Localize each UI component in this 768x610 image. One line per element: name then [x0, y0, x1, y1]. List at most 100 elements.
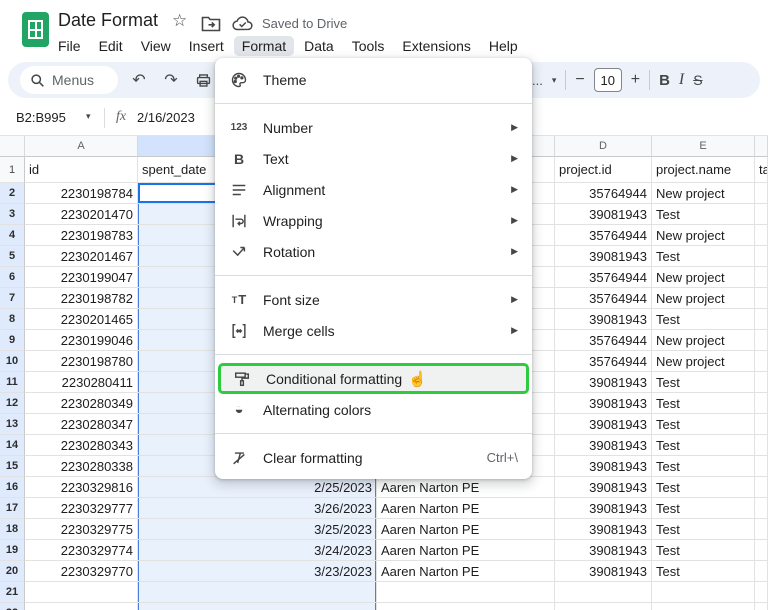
row-header-8[interactable]: 8	[0, 309, 25, 330]
cell-D9[interactable]: 35764944	[555, 330, 652, 351]
cell-A3[interactable]: 2230201470	[25, 204, 138, 225]
cell-D12[interactable]: 39081943	[555, 393, 652, 414]
menu-item-clear-formatting[interactable]: Clear formattingCtrl+\	[215, 442, 532, 473]
menu-help[interactable]: Help	[481, 36, 526, 56]
cell-C19[interactable]: Aaren Narton PE	[377, 540, 555, 561]
strikethrough-button[interactable]: S	[693, 72, 702, 88]
row-header-10[interactable]: 10	[0, 351, 25, 372]
cell-A19[interactable]: 2230329774	[25, 540, 138, 561]
cell-A11[interactable]: 2230280411	[25, 372, 138, 393]
cell-D8[interactable]: 39081943	[555, 309, 652, 330]
decrease-font-size-button[interactable]: −	[575, 71, 584, 89]
bold-button[interactable]: B	[659, 72, 670, 89]
cell-E9[interactable]: New project	[652, 330, 755, 351]
font-size-input[interactable]: 10	[594, 68, 622, 92]
menu-item-alignment[interactable]: Alignment▶	[215, 174, 532, 205]
column-header-F[interactable]	[755, 136, 768, 157]
cell-E21[interactable]	[652, 582, 755, 603]
row-header-1[interactable]: 1	[0, 157, 25, 183]
menu-item-merge-cells[interactable]: Merge cells▶	[215, 315, 532, 346]
cell-F1[interactable]: tas	[755, 157, 768, 183]
cell-F22[interactable]	[755, 603, 768, 610]
row-header-13[interactable]: 13	[0, 414, 25, 435]
cell-B19[interactable]: 3/24/2023	[138, 540, 377, 561]
cell-F3[interactable]	[755, 204, 768, 225]
cell-F16[interactable]	[755, 477, 768, 498]
undo-button[interactable]: ↶	[128, 70, 150, 90]
cell-F19[interactable]	[755, 540, 768, 561]
cell-F12[interactable]	[755, 393, 768, 414]
cell-E7[interactable]: New project	[652, 288, 755, 309]
row-header-12[interactable]: 12	[0, 393, 25, 414]
cell-E4[interactable]: New project	[652, 225, 755, 246]
cell-A12[interactable]: 2230280349	[25, 393, 138, 414]
cell-B22[interactable]	[138, 603, 377, 610]
move-folder-icon[interactable]	[201, 15, 221, 32]
cell-F6[interactable]	[755, 267, 768, 288]
cell-A18[interactable]: 2230329775	[25, 519, 138, 540]
cell-A15[interactable]: 2230280338	[25, 456, 138, 477]
cell-D18[interactable]: 39081943	[555, 519, 652, 540]
cell-E16[interactable]: Test	[652, 477, 755, 498]
row-header-22[interactable]: 22	[0, 603, 25, 610]
cell-F7[interactable]	[755, 288, 768, 309]
cell-E5[interactable]: Test	[652, 246, 755, 267]
italic-button[interactable]: I	[679, 71, 684, 89]
row-header-5[interactable]: 5	[0, 246, 25, 267]
row-header-17[interactable]: 17	[0, 498, 25, 519]
cell-A8[interactable]: 2230201465	[25, 309, 138, 330]
font-selector[interactable]: ...	[532, 73, 543, 88]
cell-D21[interactable]	[555, 582, 652, 603]
font-selector-caret-icon[interactable]: ▾	[552, 75, 557, 86]
row-header-7[interactable]: 7	[0, 288, 25, 309]
cell-A20[interactable]: 2230329770	[25, 561, 138, 582]
menu-tools[interactable]: Tools	[344, 36, 393, 56]
print-button[interactable]	[192, 70, 214, 90]
cell-F9[interactable]	[755, 330, 768, 351]
cell-D15[interactable]: 39081943	[555, 456, 652, 477]
cell-F8[interactable]	[755, 309, 768, 330]
row-header-14[interactable]: 14	[0, 435, 25, 456]
cell-A7[interactable]: 2230198782	[25, 288, 138, 309]
cell-D5[interactable]: 39081943	[555, 246, 652, 267]
cell-A9[interactable]: 2230199046	[25, 330, 138, 351]
cell-E11[interactable]: Test	[652, 372, 755, 393]
row-header-19[interactable]: 19	[0, 540, 25, 561]
cell-F17[interactable]	[755, 498, 768, 519]
cell-B20[interactable]: 3/23/2023	[138, 561, 377, 582]
menu-edit[interactable]: Edit	[91, 36, 131, 56]
cell-B16[interactable]: 2/25/2023	[138, 477, 377, 498]
cell-E17[interactable]: Test	[652, 498, 755, 519]
cell-A10[interactable]: 2230198780	[25, 351, 138, 372]
cell-D4[interactable]: 35764944	[555, 225, 652, 246]
cell-D3[interactable]: 39081943	[555, 204, 652, 225]
row-header-16[interactable]: 16	[0, 477, 25, 498]
menu-insert[interactable]: Insert	[181, 36, 232, 56]
row-header-4[interactable]: 4	[0, 225, 25, 246]
row-header-18[interactable]: 18	[0, 519, 25, 540]
cell-F14[interactable]	[755, 435, 768, 456]
cell-E19[interactable]: Test	[652, 540, 755, 561]
row-header-3[interactable]: 3	[0, 204, 25, 225]
cell-E20[interactable]: Test	[652, 561, 755, 582]
cell-D11[interactable]: 39081943	[555, 372, 652, 393]
cell-F18[interactable]	[755, 519, 768, 540]
column-header-D[interactable]: D	[555, 136, 652, 157]
cell-F2[interactable]	[755, 183, 768, 204]
star-icon[interactable]: ☆	[172, 11, 187, 31]
name-box-caret-icon[interactable]: ▾	[86, 111, 91, 122]
cell-D13[interactable]: 39081943	[555, 414, 652, 435]
cell-A2[interactable]: 2230198784	[25, 183, 138, 204]
menu-item-conditional-formatting[interactable]: Conditional formatting☝	[218, 363, 529, 394]
cell-D7[interactable]: 35764944	[555, 288, 652, 309]
cell-A16[interactable]: 2230329816	[25, 477, 138, 498]
column-header-A[interactable]: A	[25, 136, 138, 157]
cell-F21[interactable]	[755, 582, 768, 603]
document-title[interactable]: Date Format	[58, 10, 158, 31]
row-header-6[interactable]: 6	[0, 267, 25, 288]
cell-C18[interactable]: Aaren Narton PE	[377, 519, 555, 540]
menu-item-theme[interactable]: Theme	[215, 64, 532, 95]
cell-C20[interactable]: Aaren Narton PE	[377, 561, 555, 582]
cell-D10[interactable]: 35764944	[555, 351, 652, 372]
increase-font-size-button[interactable]: +	[631, 71, 640, 89]
